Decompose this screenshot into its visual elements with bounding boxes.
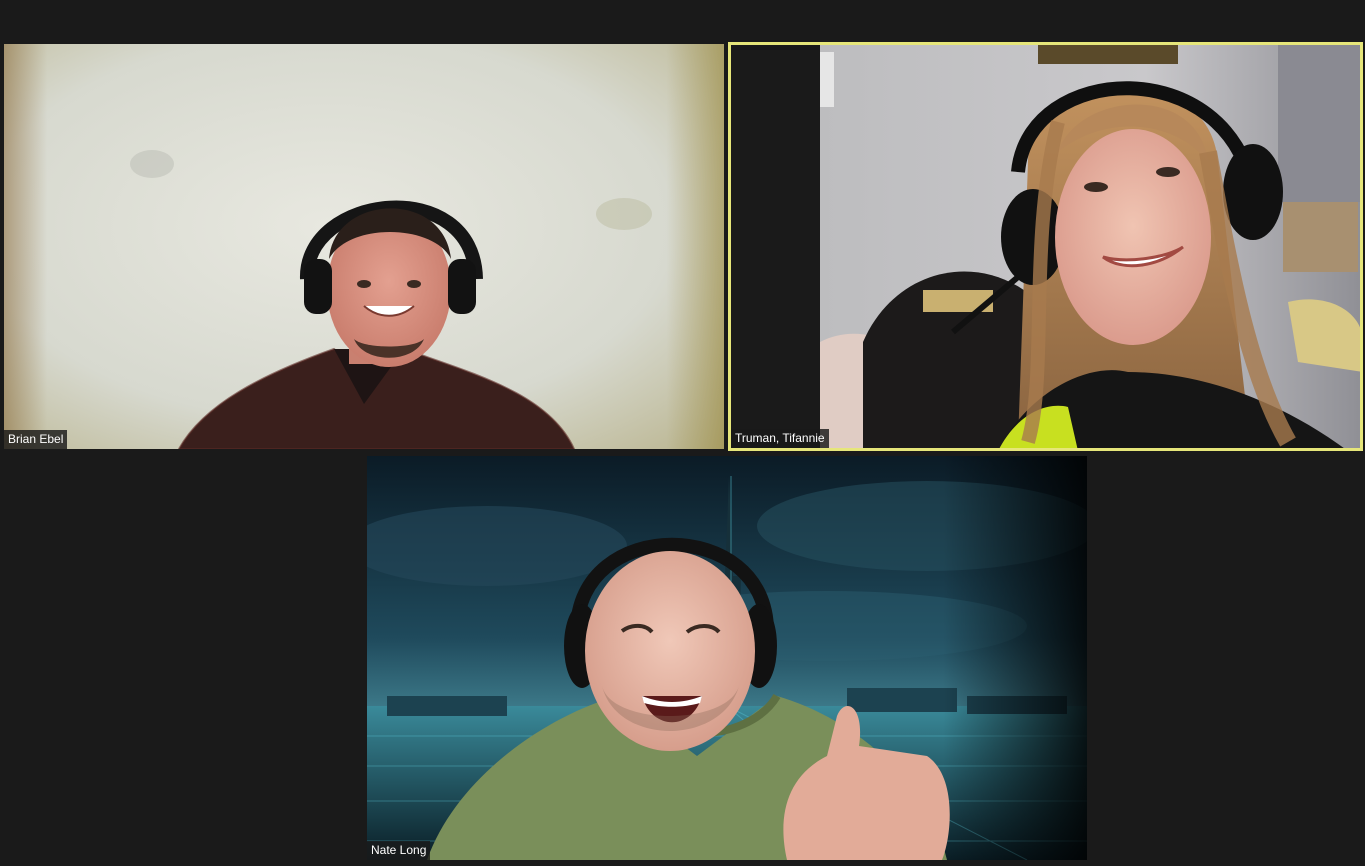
- video-feed-truman-tifannie: [728, 42, 1363, 451]
- video-feed-nate-long: [367, 456, 1087, 860]
- video-tile-truman-tifannie[interactable]: Truman, Tifannie: [728, 42, 1363, 451]
- participant-name-label: Brian Ebel: [4, 430, 68, 449]
- video-tile-nate-long[interactable]: Nate Long: [367, 456, 1087, 860]
- participant-name-label: Nate Long: [367, 841, 431, 860]
- meeting-gallery-view: Brian Ebel Truman, Tifannie Nate Long: [0, 0, 1365, 866]
- video-feed-brian-ebel: [4, 44, 724, 449]
- participant-name-label: Truman, Tifannie: [731, 429, 829, 448]
- video-tile-brian-ebel[interactable]: Brian Ebel: [4, 44, 724, 449]
